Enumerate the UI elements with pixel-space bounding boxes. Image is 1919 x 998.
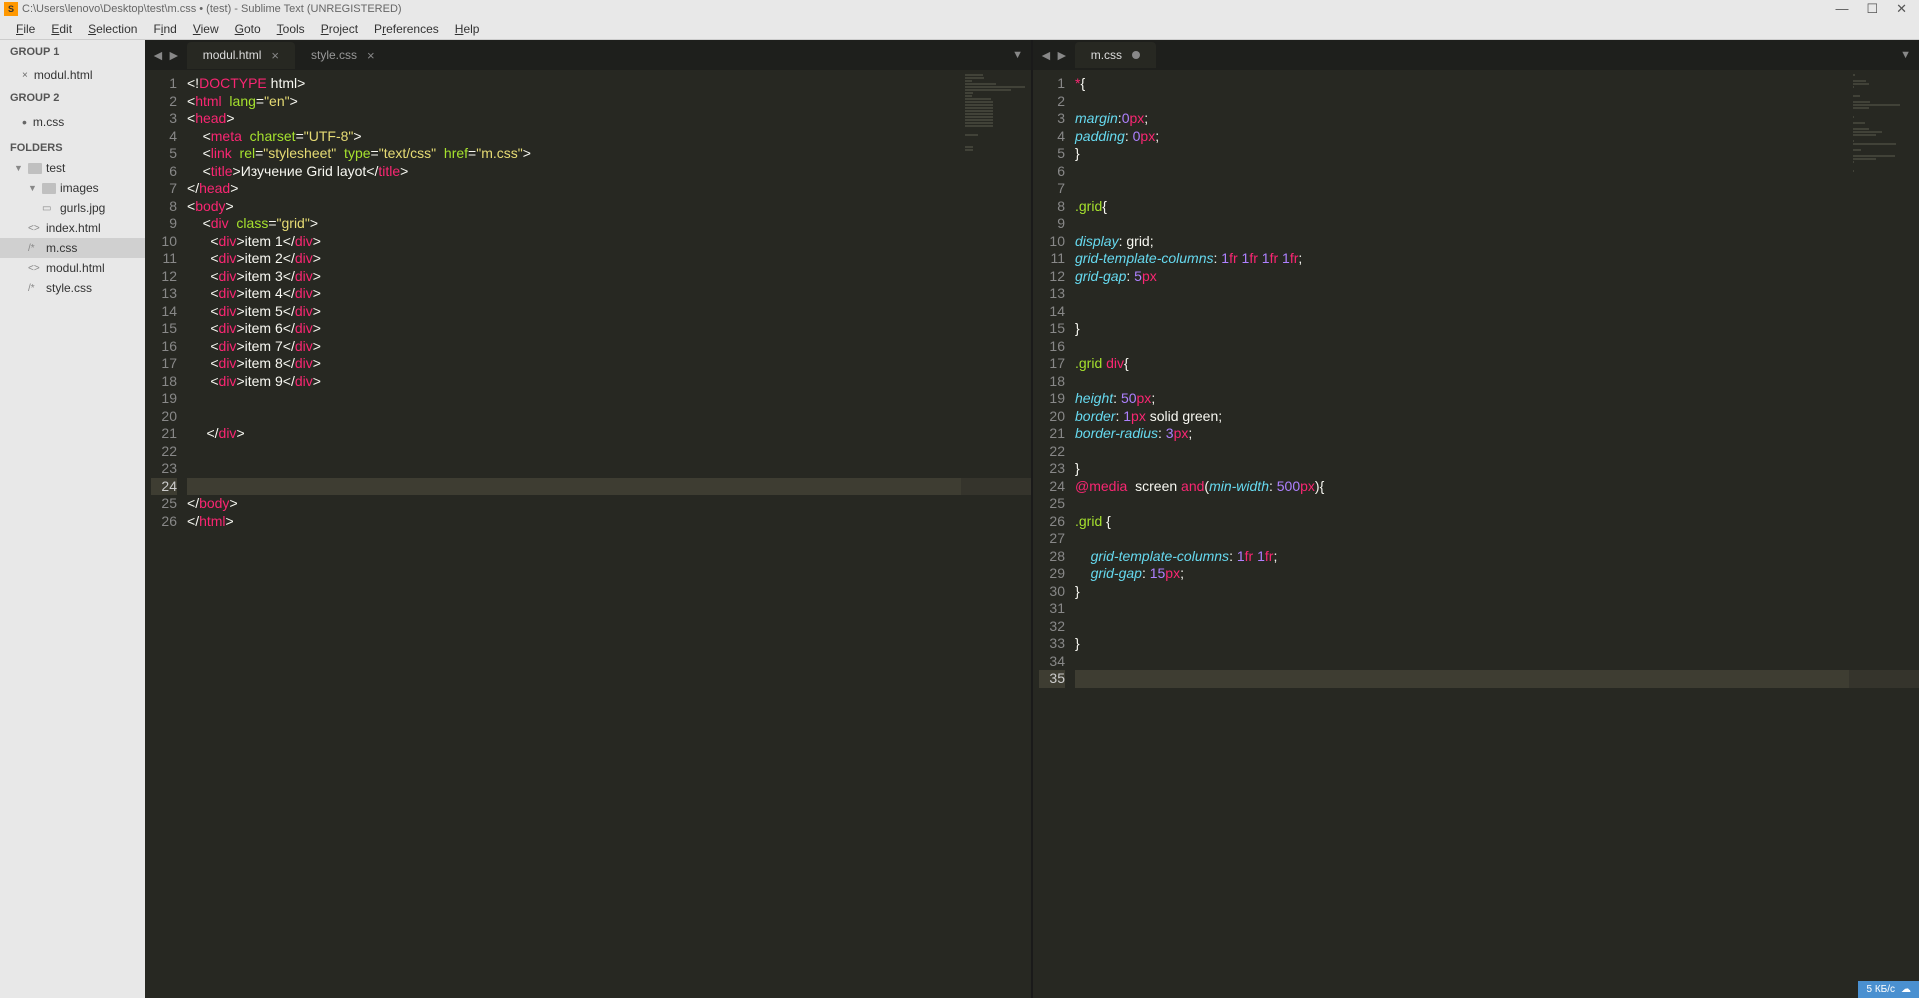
- code-icon: <>: [28, 263, 42, 274]
- folder-icon: [28, 163, 42, 174]
- dirty-icon: •: [22, 114, 27, 130]
- menu-view[interactable]: View: [185, 20, 227, 38]
- folder-label: test: [46, 161, 65, 175]
- open-file-mcss[interactable]: • m.css: [0, 110, 145, 134]
- folders-header: FOLDERS: [0, 134, 145, 158]
- menu-help[interactable]: Help: [447, 20, 488, 38]
- editor-pane-left: ◄ ► modul.html × style.css × ▼ 123456789…: [145, 40, 1033, 998]
- chevron-down-icon: ▼: [14, 163, 24, 173]
- status-indicator: 5 КБ/с ☁: [1858, 981, 1919, 998]
- menu-selection[interactable]: Selection: [80, 20, 145, 38]
- close-icon[interactable]: ×: [22, 70, 28, 81]
- menu-edit[interactable]: Edit: [43, 20, 80, 38]
- tab-dropdown-icon[interactable]: ▼: [1892, 49, 1919, 61]
- status-icon: ☁: [1901, 984, 1911, 995]
- tab-label: m.css: [1091, 48, 1122, 62]
- folder-icon: [42, 183, 56, 194]
- tab-close-icon[interactable]: ×: [271, 48, 279, 63]
- file-label: style.css: [46, 281, 92, 295]
- nav-back-icon[interactable]: ◄: [151, 47, 165, 63]
- file-label: modul.html: [34, 68, 93, 82]
- code-icon: <>: [28, 223, 42, 234]
- file-index[interactable]: <> index.html: [0, 218, 145, 238]
- titlebar: S C:\Users\lenovo\Desktop\test\m.css • (…: [0, 0, 1919, 18]
- folder-images[interactable]: ▼ images: [0, 178, 145, 198]
- tab-dropdown-icon[interactable]: ▼: [1004, 49, 1031, 61]
- folder-label: images: [60, 181, 99, 195]
- menu-project[interactable]: Project: [313, 20, 366, 38]
- code-area-right[interactable]: 1234567891011121314151617181920212223242…: [1033, 70, 1919, 998]
- minimap-left[interactable]: [961, 70, 1031, 998]
- file-mcss[interactable]: /* m.css: [0, 238, 145, 258]
- tab-style-css[interactable]: style.css ×: [295, 42, 391, 69]
- file-gurls[interactable]: ▭ gurls.jpg: [0, 198, 145, 218]
- menu-preferences[interactable]: Preferences: [366, 20, 447, 38]
- tab-label: modul.html: [203, 48, 262, 62]
- editor-pane-right: ◄ ► m.css ▼ 1234567891011121314151617181…: [1033, 40, 1919, 998]
- maximize-button[interactable]: ☐: [1866, 1, 1878, 17]
- menubar: File Edit Selection Find View Goto Tools…: [0, 18, 1919, 40]
- tab-nav: ◄ ►: [1033, 47, 1075, 63]
- minimize-button[interactable]: —: [1835, 1, 1848, 17]
- menu-tools[interactable]: Tools: [269, 20, 313, 38]
- close-button[interactable]: ✕: [1896, 1, 1907, 17]
- gutter-right: 1234567891011121314151617181920212223242…: [1033, 70, 1075, 998]
- window-controls: — ☐ ✕: [1835, 1, 1915, 17]
- tab-modul-html[interactable]: modul.html ×: [187, 42, 295, 69]
- file-modul[interactable]: <> modul.html: [0, 258, 145, 278]
- dirty-icon: [1132, 51, 1140, 59]
- tabbar-left: ◄ ► modul.html × style.css × ▼: [145, 40, 1031, 70]
- code-content-right[interactable]: *{margin:0px;padding: 0px;}.grid{display…: [1075, 70, 1919, 998]
- file-label: index.html: [46, 221, 101, 235]
- group-2-header: GROUP 2: [0, 86, 145, 110]
- tab-nav: ◄ ►: [145, 47, 187, 63]
- nav-forward-icon[interactable]: ►: [167, 47, 181, 63]
- tab-m-css[interactable]: m.css: [1075, 42, 1156, 68]
- menu-goto[interactable]: Goto: [227, 20, 269, 38]
- chevron-down-icon: ▼: [28, 183, 38, 193]
- open-file-modul[interactable]: × modul.html: [0, 64, 145, 86]
- css-icon: /*: [28, 283, 42, 294]
- file-label: m.css: [46, 241, 77, 255]
- code-content-left[interactable]: <!DOCTYPE html><html lang="en"><head> <m…: [187, 70, 1031, 998]
- image-icon: ▭: [42, 203, 56, 214]
- nav-back-icon[interactable]: ◄: [1039, 47, 1053, 63]
- tab-close-icon[interactable]: ×: [367, 48, 375, 63]
- gutter-left: 1234567891011121314151617181920212223242…: [145, 70, 187, 998]
- css-icon: /*: [28, 243, 42, 254]
- title-text: C:\Users\lenovo\Desktop\test\m.css • (te…: [22, 3, 1835, 15]
- file-label: modul.html: [46, 261, 105, 275]
- sidebar: GROUP 1 × modul.html GROUP 2 • m.css FOL…: [0, 40, 145, 998]
- file-style[interactable]: /* style.css: [0, 278, 145, 298]
- main-area: GROUP 1 × modul.html GROUP 2 • m.css FOL…: [0, 40, 1919, 998]
- minimap-right[interactable]: [1849, 70, 1919, 998]
- menu-file[interactable]: File: [8, 20, 43, 38]
- nav-forward-icon[interactable]: ►: [1055, 47, 1069, 63]
- folder-test[interactable]: ▼ test: [0, 158, 145, 178]
- app-icon: S: [4, 2, 18, 16]
- code-area-left[interactable]: 1234567891011121314151617181920212223242…: [145, 70, 1031, 998]
- file-label: m.css: [33, 115, 64, 129]
- editor-area: ◄ ► modul.html × style.css × ▼ 123456789…: [145, 40, 1919, 998]
- file-label: gurls.jpg: [60, 201, 105, 215]
- menu-find[interactable]: Find: [145, 20, 184, 38]
- group-1-header: GROUP 1: [0, 40, 145, 64]
- status-text: 5 КБ/с: [1866, 984, 1895, 995]
- tab-label: style.css: [311, 48, 357, 62]
- tabbar-right: ◄ ► m.css ▼: [1033, 40, 1919, 70]
